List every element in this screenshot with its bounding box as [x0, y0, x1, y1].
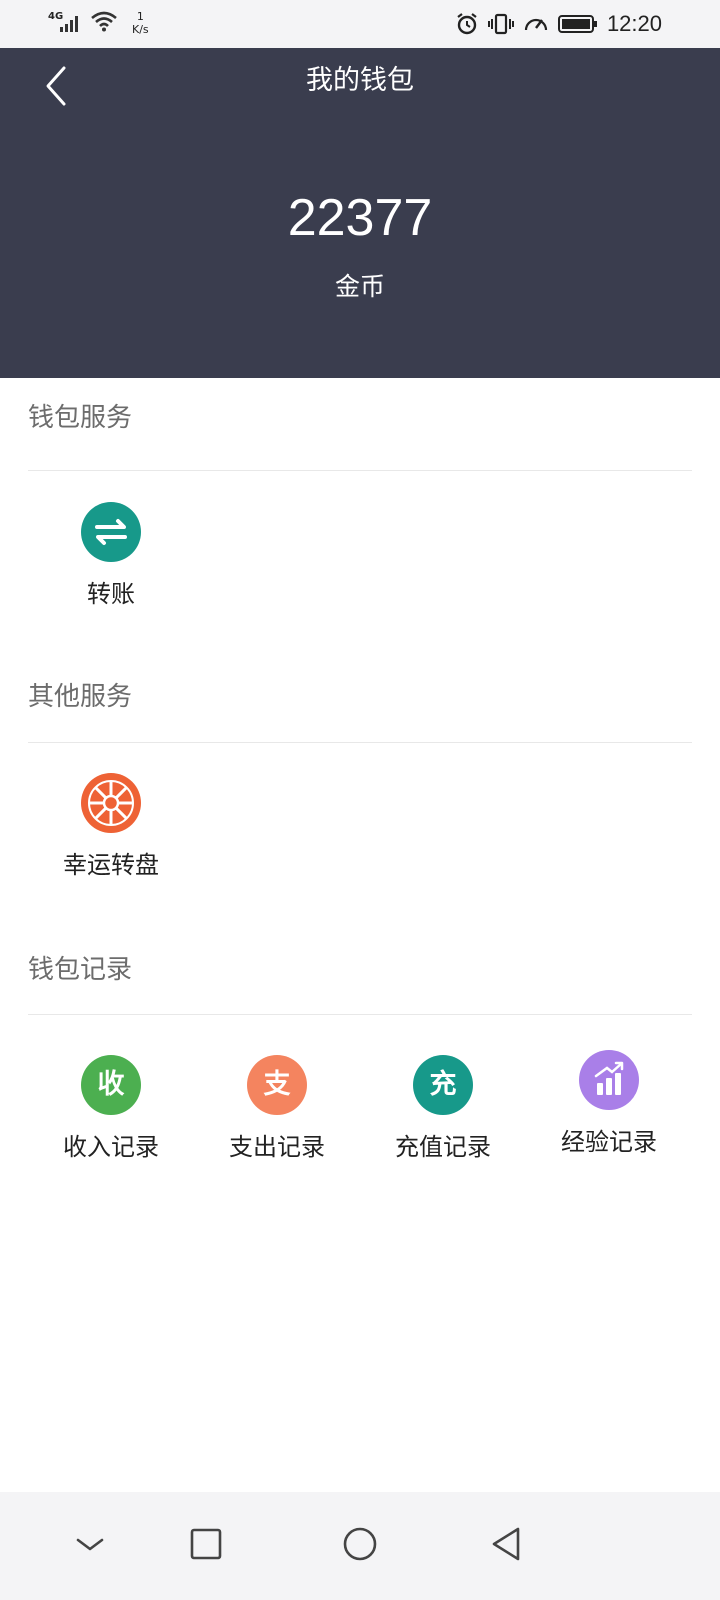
divider	[28, 742, 692, 743]
square-icon	[190, 1528, 222, 1560]
vibrate-icon	[487, 13, 514, 35]
triangle-back-icon	[492, 1527, 520, 1561]
transfer-label: 转账	[87, 580, 135, 608]
nav-home-button[interactable]	[330, 1514, 390, 1574]
battery-icon	[557, 15, 597, 33]
status-bar: 4G 1 K/s 12:20	[0, 0, 720, 48]
recharge-record-label: 充值记录	[395, 1133, 491, 1161]
speed-value: 1	[136, 10, 144, 23]
chevron-down-icon	[76, 1538, 104, 1551]
expense-icon: 支	[247, 1055, 307, 1115]
wallet-header: 我的钱包 22377 金币	[0, 48, 720, 378]
income-record-label: 收入记录	[63, 1133, 159, 1161]
income-icon-char: 收	[97, 1069, 125, 1100]
cellular-signal-icon: 4G	[48, 10, 82, 36]
income-icon: 收	[81, 1055, 141, 1115]
experience-record-tile[interactable]: 经验记录	[526, 1050, 692, 1158]
expense-record-label: 支出记录	[229, 1133, 325, 1161]
alarm-icon	[457, 13, 477, 35]
transfer-tile[interactable]: 转账	[28, 502, 194, 610]
recharge-icon-char: 充	[429, 1069, 457, 1100]
wifi-icon	[91, 11, 117, 32]
wheel-icon	[81, 773, 141, 833]
speed-unit: K/s	[132, 23, 149, 36]
page-title: 我的钱包	[306, 65, 414, 96]
divider	[28, 1014, 692, 1015]
expense-record-tile[interactable]: 支 支出记录	[194, 1055, 360, 1163]
section-title-wallet-service: 钱包服务	[28, 403, 133, 433]
currency-label: 金币	[334, 272, 385, 301]
divider	[28, 470, 692, 471]
expense-icon-char: 支	[263, 1069, 291, 1100]
nav-back-button[interactable]	[480, 1514, 540, 1574]
income-record-tile[interactable]: 收 收入记录	[28, 1055, 194, 1163]
circle-home-icon	[343, 1527, 377, 1561]
lucky-wheel-tile[interactable]: 幸运转盘	[28, 773, 194, 881]
system-nav-bar	[0, 1492, 720, 1600]
section-title-wallet-records: 钱包记录	[28, 955, 133, 985]
speedometer-icon	[524, 18, 548, 31]
nav-recents-button[interactable]	[176, 1514, 236, 1574]
chart-icon	[579, 1050, 639, 1110]
nav-hide-button[interactable]	[60, 1514, 120, 1574]
section-title-other-service: 其他服务	[28, 682, 133, 712]
recharge-icon: 充	[413, 1055, 473, 1115]
experience-record-label: 经验记录	[561, 1128, 657, 1156]
network-speed: 1 K/s	[132, 10, 149, 36]
transfer-icon	[81, 502, 141, 562]
clock: 12:20	[606, 11, 662, 36]
coin-balance: 22377	[287, 189, 433, 247]
lucky-wheel-label: 幸运转盘	[63, 851, 159, 879]
recharge-record-tile[interactable]: 充 充值记录	[360, 1055, 526, 1163]
